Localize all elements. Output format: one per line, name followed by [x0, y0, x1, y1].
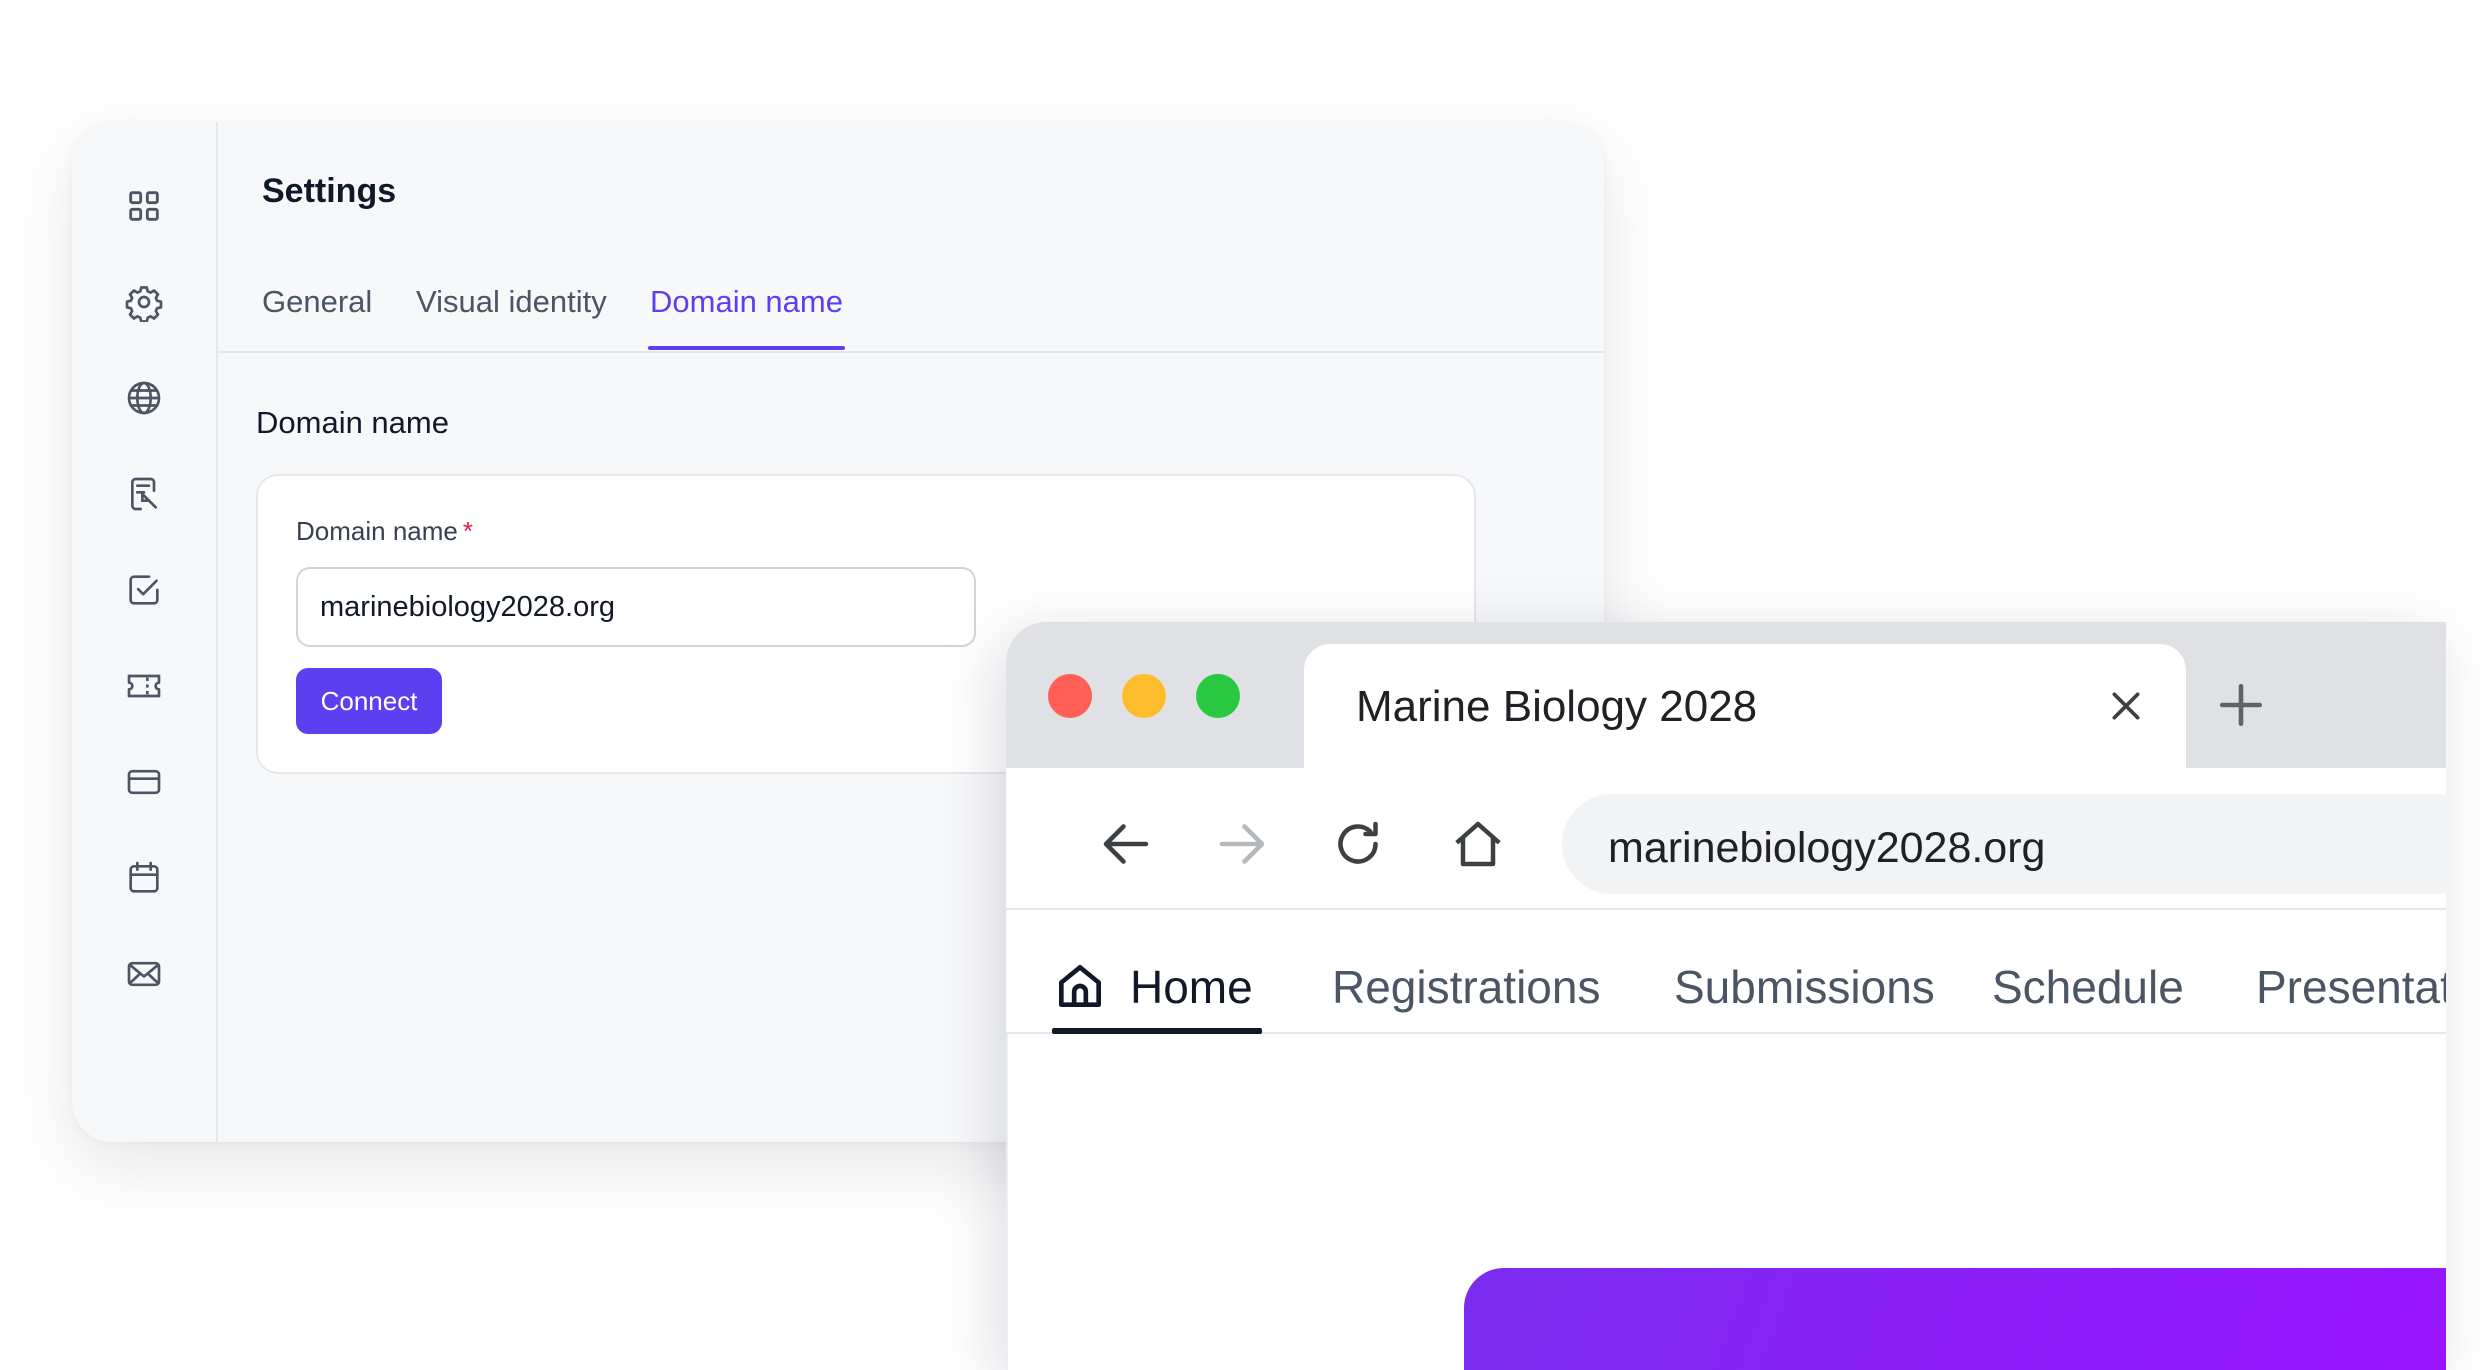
home-icon[interactable]	[1448, 814, 1508, 874]
content-edge	[1006, 1034, 1008, 1370]
close-window-button[interactable]	[1048, 674, 1092, 718]
globe-icon[interactable]	[124, 378, 164, 418]
browser-tab[interactable]: Marine Biology 2028	[1304, 644, 2186, 768]
site-home-icon[interactable]	[1052, 958, 1108, 1014]
nav-item-submissions[interactable]: Submissions	[1674, 960, 1935, 1014]
hero-banner	[1464, 1268, 2446, 1370]
sidebar	[72, 122, 218, 1142]
nav-item-presentations[interactable]: Presentat	[2256, 960, 2446, 1014]
checkbox-icon[interactable]	[124, 570, 164, 610]
gear-icon[interactable]	[124, 282, 164, 322]
form-edit-icon[interactable]	[124, 474, 164, 514]
nav-item-registrations[interactable]: Registrations	[1332, 960, 1600, 1014]
tab-general[interactable]: General	[262, 284, 372, 320]
maximize-window-button[interactable]	[1196, 674, 1240, 718]
browser-window: Marine Biology 2028 marinebiology2028.or…	[1006, 622, 2446, 1370]
close-icon[interactable]	[2106, 686, 2146, 726]
nav-item-schedule[interactable]: Schedule	[1992, 960, 2184, 1014]
mail-icon[interactable]	[124, 954, 164, 994]
tab-visual-identity[interactable]: Visual identity	[416, 284, 607, 320]
calendar-icon[interactable]	[124, 858, 164, 898]
tab-domain-name[interactable]: Domain name	[648, 284, 845, 350]
plus-icon[interactable]	[2216, 680, 2266, 730]
domain-field-label-text: Domain name	[296, 516, 458, 546]
grid-icon[interactable]	[124, 186, 164, 226]
site-nav: Home Registrations Submissions Schedule …	[1006, 910, 2446, 1030]
browser-tabstrip: Marine Biology 2028	[1006, 622, 2446, 768]
page-title: Settings	[262, 172, 397, 210]
tabs-divider	[216, 351, 1604, 353]
connect-button[interactable]: Connect	[296, 668, 442, 734]
url-text: marinebiology2028.org	[1608, 824, 2046, 872]
domain-name-input[interactable]	[296, 567, 976, 647]
tab-domain-name-label: Domain name	[650, 284, 843, 319]
credit-card-icon[interactable]	[124, 762, 164, 802]
domain-field-label: Domain name *	[296, 516, 473, 547]
active-nav-indicator	[1052, 1028, 1262, 1034]
active-tab-indicator	[648, 346, 845, 350]
browser-toolbar: marinebiology2028.org	[1006, 768, 2446, 910]
required-mark: *	[462, 516, 473, 546]
nav-item-home[interactable]: Home	[1130, 960, 1253, 1014]
browser-tab-title: Marine Biology 2028	[1356, 682, 1758, 731]
ticket-icon[interactable]	[124, 666, 164, 706]
section-title: Domain name	[256, 405, 449, 440]
back-arrow-icon[interactable]	[1096, 814, 1156, 874]
reload-icon[interactable]	[1328, 814, 1388, 874]
address-bar[interactable]: marinebiology2028.org	[1562, 794, 2446, 894]
minimize-window-button[interactable]	[1122, 674, 1166, 718]
forward-arrow-icon[interactable]	[1212, 814, 1272, 874]
